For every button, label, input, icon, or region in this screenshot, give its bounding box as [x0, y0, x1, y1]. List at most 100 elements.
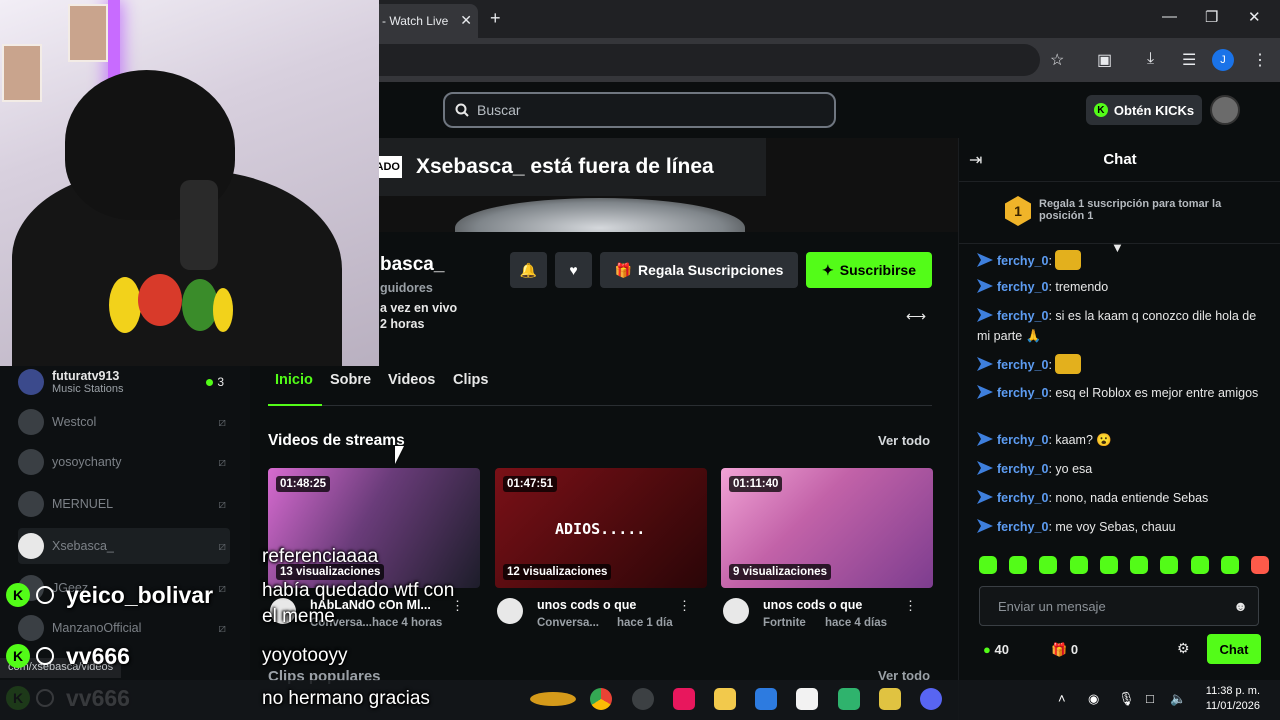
- get-kicks-button[interactable]: K Obtén KICKs: [1086, 95, 1202, 125]
- chat-username[interactable]: ferchy_0: [997, 462, 1048, 476]
- avatar: [723, 598, 749, 624]
- chat-username[interactable]: ferchy_0: [997, 254, 1048, 268]
- close-window-icon[interactable]: ✕: [1248, 8, 1261, 26]
- tab-close-icon[interactable]: ✕: [460, 12, 472, 29]
- tiktok-icon[interactable]: [673, 688, 695, 710]
- media-icon[interactable]: ☰: [1182, 50, 1196, 70]
- chat-settings-icon[interactable]: ⚙: [1177, 640, 1190, 657]
- subscribe-button[interactable]: ✦ Suscribirse: [806, 252, 932, 288]
- clock-date: 11/01/2026: [1205, 700, 1260, 712]
- tab-videos[interactable]: Videos: [388, 372, 435, 388]
- emote-icon[interactable]: [1039, 556, 1058, 574]
- address-bar[interactable]: [372, 44, 1040, 76]
- sidebar-item-westcol[interactable]: Westcol ⧄: [18, 404, 230, 440]
- video-title[interactable]: unos cods o que: [537, 598, 636, 612]
- overlay-username: yeico_bolivar: [66, 581, 214, 608]
- gift-leaderboard[interactable]: 1 Regala 1 suscripción para tomar la pos…: [959, 182, 1280, 244]
- share-icon[interactable]: ⟷: [906, 308, 926, 325]
- more-options-icon[interactable]: ⋮: [678, 598, 691, 614]
- emote-icon[interactable]: [1250, 556, 1269, 574]
- kicks-balance[interactable]: ● 40: [983, 642, 1009, 657]
- store-icon[interactable]: [755, 688, 777, 710]
- chat-username[interactable]: ferchy_0: [997, 280, 1048, 294]
- gift-subs-button[interactable]: 🎁 Regala Suscripciones: [600, 252, 798, 288]
- emote-icon[interactable]: [979, 556, 997, 574]
- microphone-icon[interactable]: 🎙: [1118, 691, 1135, 707]
- video-thumbnail[interactable]: 01:48:25 13 visualizaciones: [268, 468, 480, 588]
- video-thumbnail[interactable]: 01:47:51 ADIOS..... 12 visualizaciones: [495, 468, 707, 588]
- user-avatar[interactable]: [1210, 95, 1240, 125]
- tab-inicio[interactable]: Inicio: [275, 372, 313, 388]
- gift-box-icon: 🎁: [1051, 642, 1068, 657]
- video-views: 9 visualizaciones: [729, 564, 831, 580]
- more-options-icon[interactable]: ⋮: [904, 598, 917, 614]
- sparkle-icon: ✦: [822, 261, 834, 278]
- videos-see-all-link[interactable]: Ver todo: [878, 433, 930, 448]
- video-thumbnail[interactable]: 01:11:40 9 visualizaciones: [721, 468, 933, 588]
- notepad-icon[interactable]: [879, 688, 901, 710]
- security-icon[interactable]: ◉: [1088, 691, 1099, 707]
- maximize-icon[interactable]: ❐: [1205, 8, 1218, 26]
- obs-icon[interactable]: [632, 688, 654, 710]
- volume-icon[interactable]: 🔈: [1170, 691, 1186, 707]
- minimize-icon[interactable]: —: [1162, 8, 1177, 25]
- video-card[interactable]: 01:47:51 ADIOS..... 12 visualizaciones u…: [495, 468, 707, 634]
- app-icon[interactable]: [838, 688, 860, 710]
- notification-bell-button[interactable]: 🔔: [510, 252, 547, 288]
- chat-input-placeholder: Enviar un mensaje: [998, 598, 1106, 614]
- sidebar-item-yosoychanty[interactable]: yosoychanty ⧄: [18, 444, 230, 480]
- browser-profile-avatar[interactable]: J: [1212, 49, 1234, 71]
- chat-username[interactable]: ferchy_0: [997, 520, 1048, 534]
- offline-icon: ⧄: [218, 496, 226, 511]
- chat-message: ferchy_0: nono, nada entiende Sebas: [977, 488, 1261, 508]
- video-duration: 01:48:25: [276, 476, 331, 492]
- chat-username[interactable]: ferchy_0: [997, 386, 1048, 400]
- avatar: [18, 615, 44, 641]
- extensions-icon[interactable]: ▣: [1097, 50, 1112, 70]
- emoji-picker-icon[interactable]: ☻: [1233, 598, 1248, 614]
- emote-icon[interactable]: [1009, 556, 1028, 574]
- channel-tabs: Inicio Sobre Videos Clips: [268, 362, 932, 406]
- video-title[interactable]: unos cods o que: [763, 598, 862, 612]
- menu-kebab-icon[interactable]: ⋮: [1252, 50, 1268, 70]
- chevron-up-icon[interactable]: ˄: [1058, 691, 1066, 706]
- bookmark-star-icon[interactable]: ☆: [1050, 50, 1064, 70]
- chat-message-input[interactable]: Enviar un mensaje ☻: [979, 586, 1259, 626]
- sidebar-item-futuratv913[interactable]: futuratv913 Music Stations 3: [18, 364, 230, 400]
- taskbar-clock[interactable]: 11:38 p. m. 11/01/2026: [1200, 684, 1260, 714]
- chat-username[interactable]: ferchy_0: [997, 358, 1048, 372]
- file-explorer-icon[interactable]: [714, 688, 736, 710]
- chrome-icon[interactable]: [590, 688, 612, 710]
- chat-message: ferchy_0: yo esa: [977, 459, 1261, 479]
- taskbar-widget-icon[interactable]: [530, 692, 576, 706]
- follow-heart-button[interactable]: ♥: [555, 252, 592, 288]
- gifts-balance[interactable]: 🎁 0: [1051, 642, 1078, 658]
- kick-badge-icon: [977, 253, 993, 267]
- emote-icon[interactable]: [1160, 556, 1179, 574]
- emote-icon[interactable]: [1130, 556, 1149, 574]
- video-card[interactable]: 01:11:40 9 visualizaciones unos cods o q…: [721, 468, 933, 634]
- emote-icon[interactable]: [1190, 556, 1209, 574]
- browser-tab[interactable]: - Watch Live ✕: [372, 4, 478, 38]
- capcut-icon[interactable]: [796, 688, 818, 710]
- sidebar-item-label: yosoychanty: [52, 455, 122, 469]
- avatar: [18, 533, 44, 559]
- network-icon[interactable]: □: [1146, 691, 1154, 706]
- sidebar-item-xsebasca[interactable]: Xsebasca_ ⧄: [18, 528, 230, 564]
- emote-icon[interactable]: [1069, 556, 1088, 574]
- tab-clips[interactable]: Clips: [453, 372, 488, 388]
- download-icon[interactable]: ⤓: [1147, 50, 1154, 68]
- search-input[interactable]: Buscar: [443, 92, 836, 128]
- chat-username[interactable]: ferchy_0: [997, 491, 1048, 505]
- chat-username[interactable]: ferchy_0: [997, 309, 1048, 323]
- emote-icon[interactable]: [1220, 556, 1239, 574]
- sidebar-item-mernuel[interactable]: MERNUEL ⧄: [18, 486, 230, 522]
- chat-username[interactable]: ferchy_0: [997, 433, 1048, 447]
- tab-sobre[interactable]: Sobre: [330, 372, 371, 388]
- discord-icon[interactable]: [920, 688, 942, 710]
- new-tab-button[interactable]: +: [490, 8, 501, 29]
- send-chat-button[interactable]: Chat: [1207, 634, 1261, 664]
- follower-count: guidores: [380, 281, 433, 295]
- emote-icon[interactable]: [1099, 556, 1118, 574]
- sidebar-item-label: ManzanoOfficial: [52, 621, 142, 635]
